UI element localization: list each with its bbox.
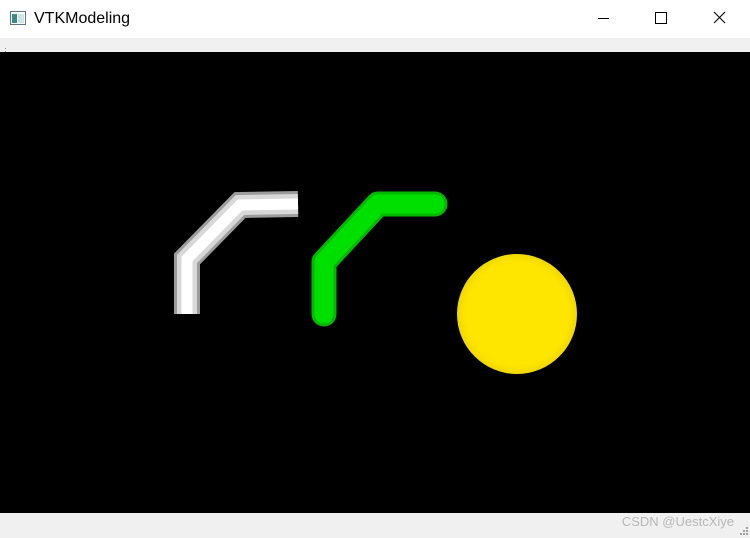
render-scene xyxy=(174,191,577,374)
close-button[interactable] xyxy=(692,0,750,38)
maximize-button[interactable] xyxy=(633,0,691,38)
white-tube-polyline xyxy=(174,191,299,314)
toolbar xyxy=(0,38,750,52)
minimize-icon xyxy=(598,18,609,19)
window-title: VTKModeling xyxy=(34,10,131,27)
vtk-render-view[interactable] xyxy=(0,52,750,513)
title-bar[interactable]: VTKModeling xyxy=(0,0,750,38)
maximize-icon xyxy=(655,12,667,24)
vtk-window: VTKModeling CSDN @UestcXiye xyxy=(0,0,750,538)
minimize-button[interactable] xyxy=(575,0,633,38)
window-app-icon[interactable] xyxy=(10,11,26,25)
close-icon xyxy=(713,11,726,24)
watermark-text: CSDN @UestcXiye xyxy=(621,514,734,529)
toolbar-grip-icon[interactable] xyxy=(5,41,7,52)
yellow-sphere xyxy=(457,254,577,374)
green-tube-polyline xyxy=(311,191,448,327)
size-grip-icon[interactable] xyxy=(737,525,749,537)
